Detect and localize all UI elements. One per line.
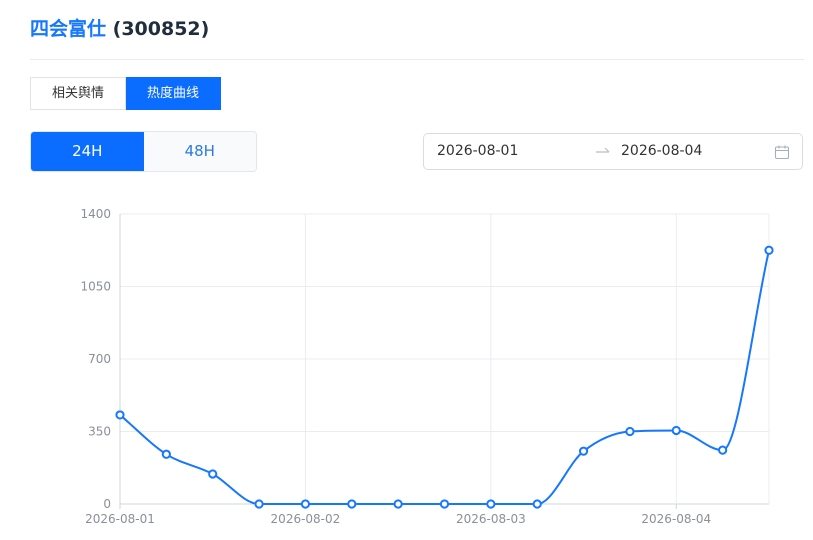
y-tick-label: 1400	[80, 207, 111, 221]
data-point	[578, 446, 589, 456]
data-point	[393, 499, 403, 509]
end-date-input[interactable]: 2026-08-04	[621, 143, 702, 159]
tab-related-sentiment[interactable]: 相关舆情	[30, 77, 127, 110]
x-tick-label: 2026-08-01	[85, 512, 155, 526]
start-date-input[interactable]: 2026-08-01	[437, 143, 518, 159]
view-tabs: 相关舆情 热度曲线	[30, 77, 222, 110]
data-point	[718, 445, 728, 455]
data-point	[254, 499, 264, 509]
chart-grid	[119, 213, 770, 505]
x-tick-label: 2026-08-03	[456, 512, 526, 526]
x-tick-label: 2026-08-02	[271, 512, 341, 526]
stock-name: 四会富仕	[30, 18, 107, 40]
data-point	[115, 410, 125, 420]
arrow-right-icon	[596, 147, 610, 153]
y-tick-label: 700	[88, 352, 111, 366]
data-point	[671, 425, 681, 436]
data-point	[439, 499, 450, 509]
stock-code: (300852)	[112, 18, 210, 40]
calendar-icon[interactable]	[774, 144, 790, 160]
period-24h-button[interactable]: 24H	[31, 132, 144, 171]
heat-series-line	[119, 250, 770, 505]
y-tick-label: 350	[88, 425, 111, 439]
x-tick-label: 2026-08-04	[641, 512, 711, 526]
data-point	[208, 469, 218, 479]
data-point	[764, 245, 774, 255]
period-48h-button[interactable]: 48H	[143, 132, 256, 171]
header-divider	[30, 59, 804, 60]
data-point	[532, 499, 542, 509]
data-point	[300, 499, 311, 509]
data-point	[486, 499, 496, 509]
date-range-picker[interactable]: 2026-08-01 2026-08-04	[423, 133, 803, 170]
heat-curve-chart: 0 350 700 1050 1400 2026-08-01 2026-08-02 2026…	[80, 207, 774, 526]
data-point	[347, 499, 357, 509]
data-point	[625, 426, 635, 437]
heat-series-points	[115, 245, 774, 509]
y-tick-label: 0	[103, 497, 111, 511]
data-point	[161, 449, 171, 459]
period-selector: 24H 48H	[30, 131, 257, 172]
y-axis: 0 350 700 1050 1400	[80, 207, 111, 511]
y-tick-label: 1050	[80, 280, 111, 294]
page-title: 四会富仕 (300852)	[30, 14, 209, 41]
tab-heat-curve[interactable]: 热度曲线	[126, 77, 222, 110]
